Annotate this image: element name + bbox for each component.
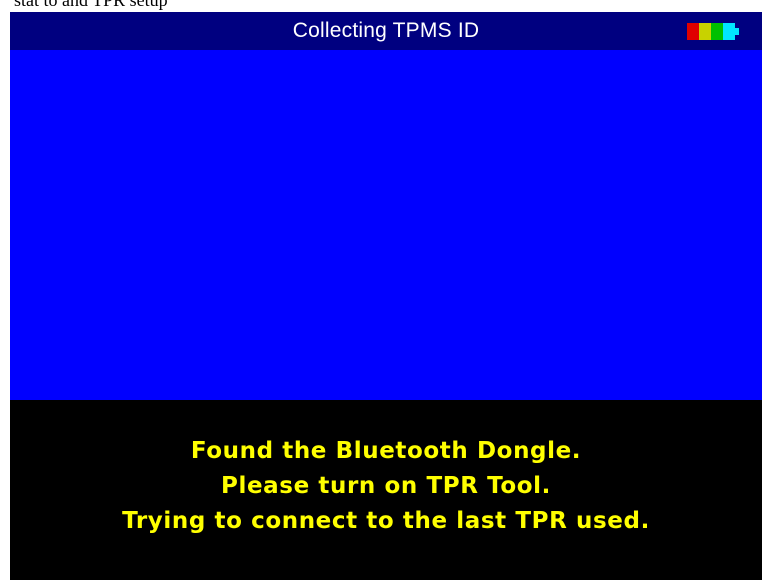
battery-segment-green (711, 23, 723, 40)
title-bar: Collecting TPMS ID (10, 12, 762, 50)
status-message-panel: Found the Bluetooth Dongle. Please turn … (10, 400, 762, 580)
screen-title: Collecting TPMS ID (292, 19, 480, 42)
device-screen: Collecting TPMS ID Found the Bluetooth D… (10, 12, 762, 580)
battery-segment-cyan (723, 23, 735, 40)
top-partial-text-strip: stat to and TPR setup (0, 0, 762, 12)
main-display-area (10, 50, 762, 400)
partial-top-text: stat to and TPR setup (14, 0, 168, 10)
battery-segment-yellow (699, 23, 711, 40)
status-line-3: Trying to connect to the last TPR used. (122, 508, 650, 534)
battery-tip (735, 28, 739, 35)
battery-segment-red (687, 23, 699, 40)
battery-icon (687, 23, 739, 40)
status-line-1: Found the Bluetooth Dongle. (190, 438, 582, 464)
status-line-2: Please turn on TPR Tool. (221, 473, 551, 499)
